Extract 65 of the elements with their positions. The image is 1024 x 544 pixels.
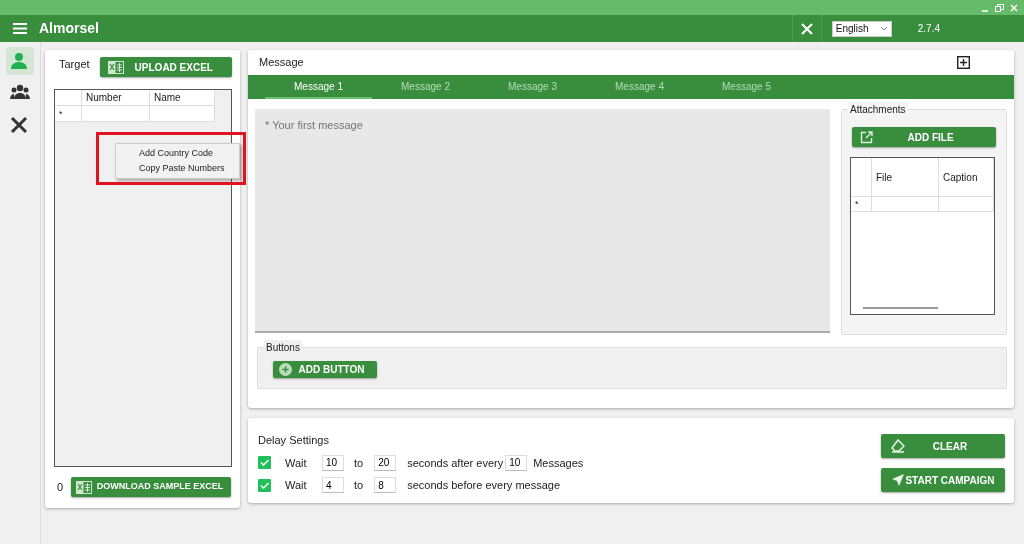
table-cell[interactable]: [150, 106, 215, 122]
eraser-icon: [891, 439, 905, 453]
close-icon[interactable]: [1010, 3, 1018, 12]
table-corner: [851, 158, 872, 197]
attachments-table[interactable]: File Caption *: [850, 157, 995, 315]
add-button[interactable]: ADD BUTTON: [273, 360, 377, 378]
column-header: File: [872, 158, 939, 197]
scrollbar[interactable]: [863, 307, 938, 309]
row-marker: *: [55, 106, 82, 122]
check-icon: [260, 459, 269, 467]
delay-text: seconds before every message: [407, 478, 561, 493]
message-tab[interactable]: Message 3: [479, 75, 586, 99]
table-cell[interactable]: [939, 197, 994, 212]
spreadsheet-icon: [76, 480, 93, 494]
plus-circle-icon: [279, 362, 292, 376]
menu-icon: [13, 23, 27, 34]
plus-icon: [957, 56, 970, 69]
upload-excel-button[interactable]: UPLOAD EXCEL: [99, 57, 232, 77]
checkbox[interactable]: [258, 478, 271, 492]
to-label: to: [354, 478, 364, 493]
column-header: Number: [82, 90, 150, 106]
clear-button[interactable]: CLEAR: [881, 434, 1005, 458]
send-icon: [891, 473, 905, 487]
count-label: 0: [57, 479, 64, 495]
message-tab[interactable]: Message 2: [372, 75, 479, 99]
wait-label: Wait: [285, 455, 308, 471]
column-header: Name: [150, 90, 215, 106]
language-select[interactable]: English: [831, 20, 892, 37]
checkbox[interactable]: [258, 456, 271, 470]
app-title: Almorsel: [39, 19, 99, 38]
number-field[interactable]: 20: [374, 454, 397, 471]
external-link-icon: [860, 130, 873, 144]
person-icon: [10, 52, 30, 70]
table-cell[interactable]: [872, 197, 939, 212]
group-icon: [10, 84, 30, 102]
number-field[interactable]: 4: [322, 477, 344, 494]
restore-icon[interactable]: [995, 3, 1004, 12]
menu-button[interactable]: [13, 23, 27, 34]
delay-settings-label: Delay Settings: [258, 433, 330, 448]
message-label: Message: [259, 55, 304, 71]
number-field[interactable]: 10: [322, 454, 344, 471]
version-label: 2.7.4: [917, 22, 940, 36]
to-label: to: [354, 455, 364, 471]
target-label: Target: [59, 57, 90, 72]
row-marker: *: [851, 197, 872, 212]
spreadsheet-icon: [107, 60, 124, 74]
check-icon: [260, 481, 269, 489]
number-field[interactable]: 10: [505, 454, 528, 471]
message-tab[interactable]: Message 1: [265, 75, 372, 99]
delay-text: seconds after every: [407, 455, 505, 471]
table-corner: [55, 90, 82, 106]
number-field[interactable]: 8: [374, 477, 397, 494]
add-message-button[interactable]: [957, 56, 970, 69]
start-campaign-button[interactable]: START CAMPAIGN: [881, 468, 1005, 492]
message-field[interactable]: * Your first message: [255, 109, 830, 333]
download-sample-button[interactable]: DOWNLOAD SAMPLE EXCEL: [71, 477, 232, 497]
tools-button[interactable]: [791, 15, 822, 42]
column-header: Caption: [939, 158, 994, 197]
messages-label: Messages: [533, 455, 584, 471]
caret-icon: [879, 26, 888, 31]
message-tab[interactable]: Message 5: [693, 75, 800, 99]
add-file-button[interactable]: ADD FILE: [852, 127, 996, 147]
wait-label: Wait: [285, 478, 308, 493]
table-cell[interactable]: [82, 106, 150, 122]
message-tab[interactable]: Message 4: [586, 75, 693, 99]
